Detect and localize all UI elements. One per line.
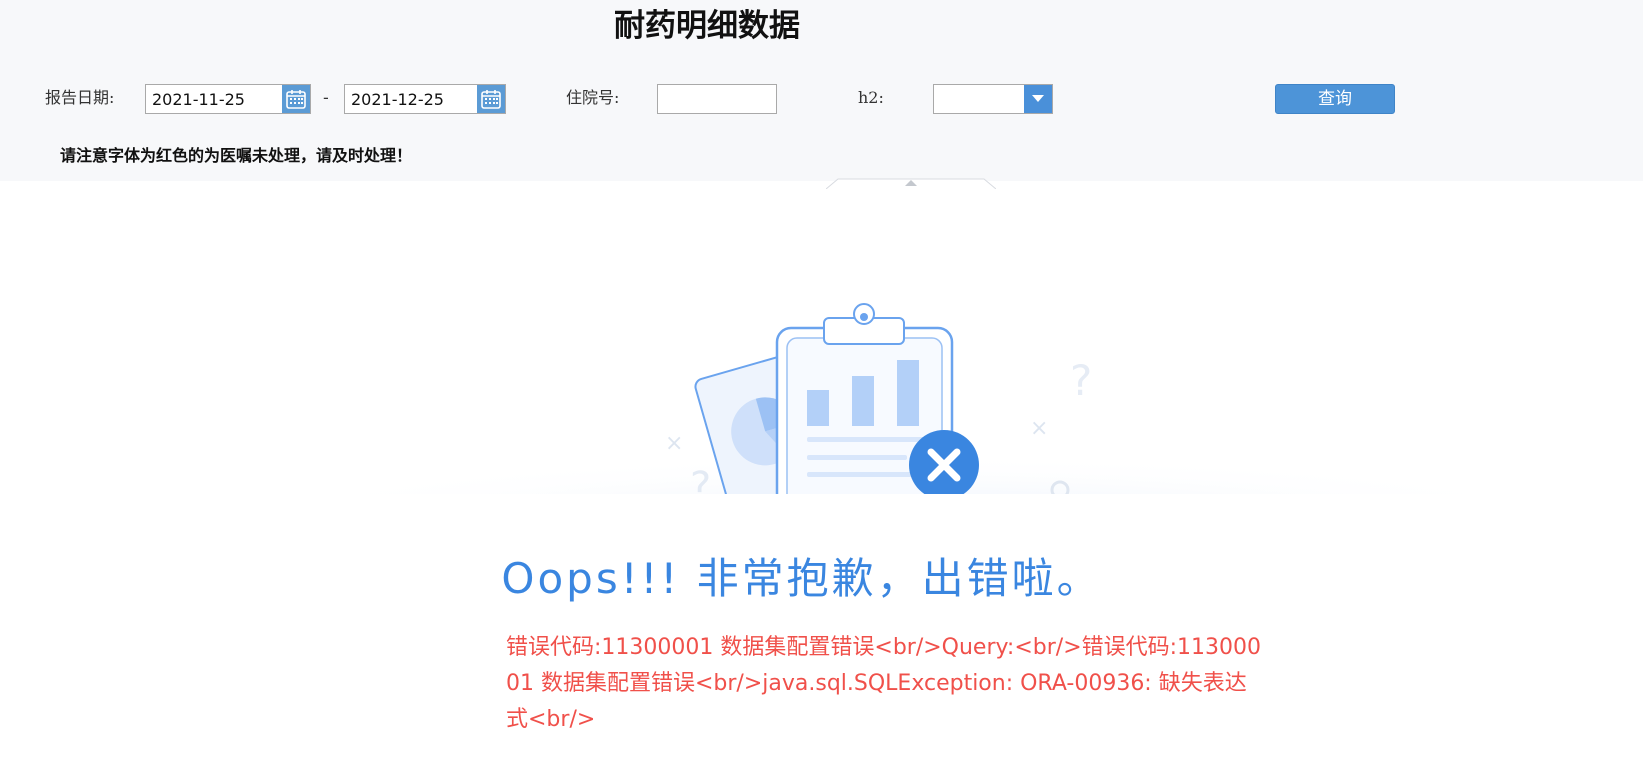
page-title: 耐药明细数据 <box>614 8 800 44</box>
svg-text:?: ? <box>1070 356 1092 405</box>
error-title-text: Oops!!! 非常抱歉，出错啦。 <box>501 554 1102 603</box>
date-from-value: 2021-11-25 <box>152 90 245 109</box>
svg-text:×: × <box>665 431 683 456</box>
filter-panel: 耐药明细数据 报告日期: 2021-11-25 - 2021-12-25 住院号… <box>0 0 1643 181</box>
chevron-down-icon[interactable] <box>1024 85 1052 113</box>
admission-no-input[interactable] <box>657 84 777 114</box>
h2-label: h2: <box>858 88 884 107</box>
error-message: 错误代码:11300001 数据集配置错误<br/>Query:<br/>错误代… <box>506 635 1262 732</box>
date-separator: - <box>323 88 329 107</box>
h2-select[interactable] <box>933 84 1053 114</box>
calendar-icon[interactable] <box>282 85 310 113</box>
query-button[interactable]: 查询 <box>1275 84 1395 114</box>
notice-text: 请注意字体为红色的为医嘱未处理，请及时处理！ <box>60 146 413 165</box>
calendar-icon[interactable] <box>477 85 505 113</box>
error-illustration: × ? × ? <box>340 303 1490 520</box>
svg-text:×: × <box>1030 416 1048 441</box>
close-circle-icon <box>909 430 979 500</box>
admission-no-label: 住院号: <box>566 88 620 107</box>
date-to-input[interactable]: 2021-12-25 <box>344 84 506 114</box>
date-from-input[interactable]: 2021-11-25 <box>145 84 311 114</box>
report-date-label: 报告日期: <box>45 88 115 107</box>
collapse-up-icon[interactable] <box>826 177 996 189</box>
error-title: Oops!!! 非常抱歉，出错啦。 <box>0 553 1643 605</box>
date-to-value: 2021-12-25 <box>351 90 444 109</box>
